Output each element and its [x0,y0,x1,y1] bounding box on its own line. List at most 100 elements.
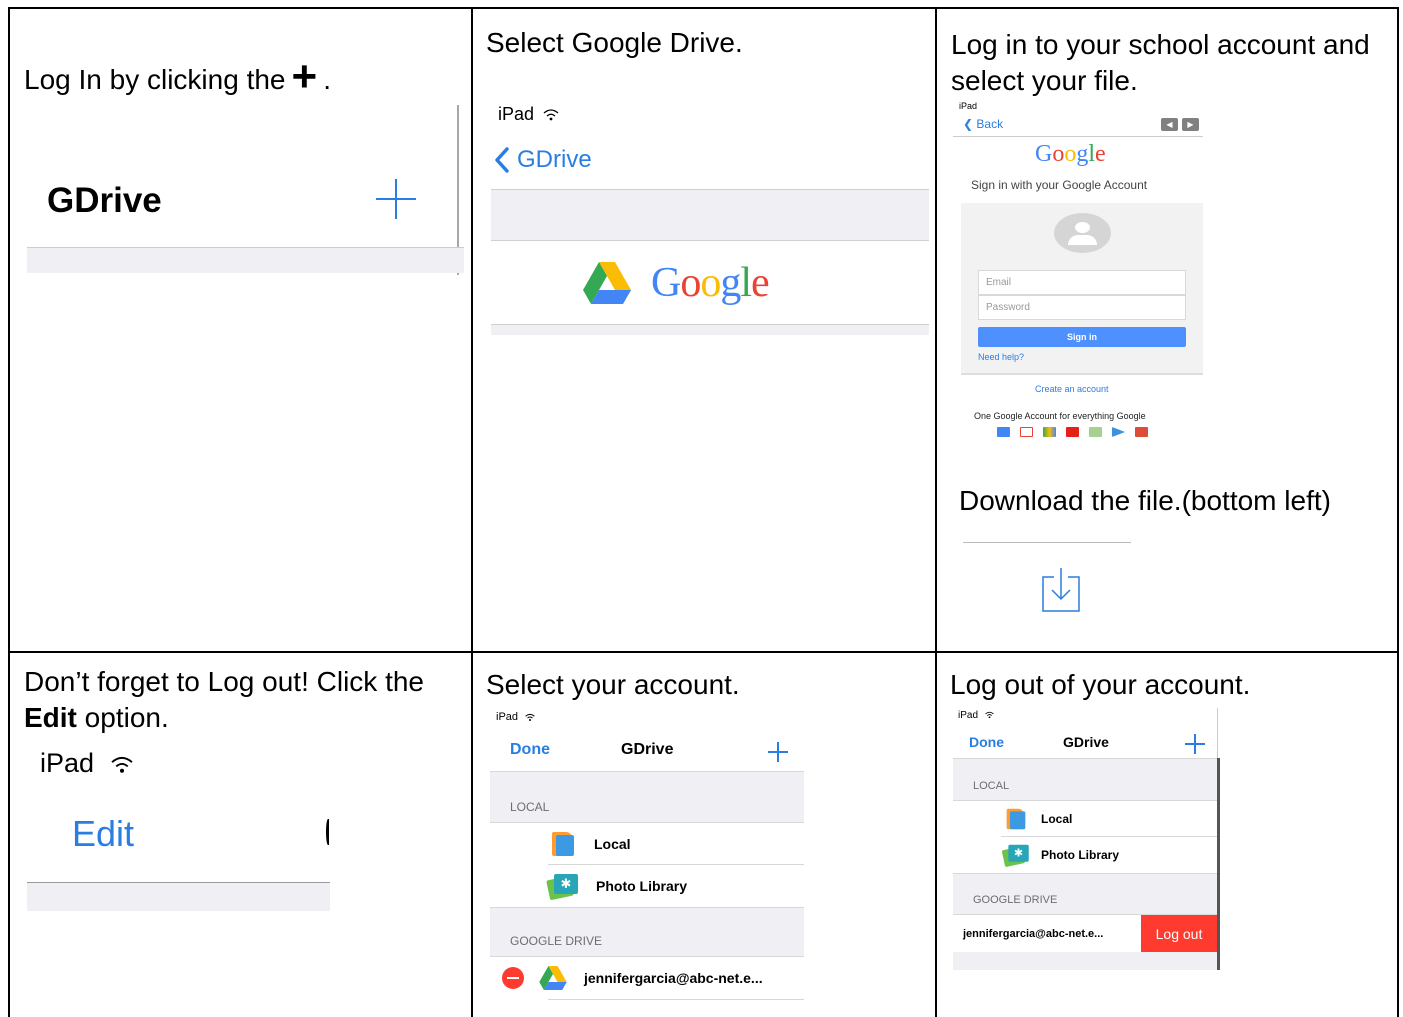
step4-instruction-suffix: option. [84,702,169,733]
password-field[interactable]: Password [978,295,1186,320]
row-local[interactable]: Local [953,801,1217,836]
google-plus-icon [1135,427,1148,437]
separator [963,542,1131,543]
logout-screenshot: iPad Done GDrive LOCAL Local Photo Libra… [953,708,1223,978]
google-logo: Google [1035,141,1106,167]
status-device: iPad [496,711,519,723]
wifi-icon [110,756,133,773]
gray-band [491,325,929,335]
row-photo-library[interactable]: Photo Library [490,865,804,907]
add-plus-icon[interactable] [376,179,416,219]
back-button[interactable]: ❮ Back [963,117,1003,131]
step5-cell: Select your account. iPad Done GDrive LO… [473,653,935,1017]
status-bar: iPad [496,711,535,723]
status-device: iPad [498,104,535,124]
nav-title: GDrive [47,181,162,220]
status-bar: iPad [40,748,134,779]
wifi-icon [985,712,994,719]
step1-instruction-text: Log In by clicking the [24,64,286,95]
section-gdrive-label: GOOGLE DRIVE [973,894,1058,906]
step3-instruction: Log in to your school account and select… [951,29,1370,96]
row-account[interactable]: jennifergarcia@abc-net.e... [490,957,804,999]
create-account-link[interactable]: Create an account [1035,384,1109,394]
back-label: GDrive [517,146,592,173]
step6-instruction: Log out of your account. [950,669,1251,700]
status-bar: iPad [958,710,994,721]
page-arrows: ◀ ▶ [1161,118,1199,131]
row-photo-label: Photo Library [596,878,688,894]
maps-icon [1089,427,1102,437]
chevron-left-icon [495,147,509,173]
done-button[interactable]: Done [969,734,1004,750]
gray-band [491,190,929,240]
step4-instruction: Don’t forget to Log out! Click the Edit … [24,664,464,736]
section-local-label: LOCAL [510,800,550,814]
gray-band [27,248,464,273]
divider [1217,708,1218,758]
youtube-icon [1066,427,1079,437]
row-photo-label: Photo Library [1041,848,1120,862]
section-local: LOCAL [490,772,804,822]
section-gdrive-label: GOOGLE DRIVE [510,934,603,948]
need-help-link[interactable]: Need help? [978,352,1024,362]
separator [953,136,1203,137]
wifi-icon [525,713,535,721]
cropped-glyph [326,819,330,845]
email-field[interactable]: Email [978,270,1186,295]
gmail-icon [1020,427,1033,437]
plus-icon: + [291,52,318,101]
add-plus-icon[interactable] [1185,734,1205,754]
edit-button[interactable]: Edit [72,813,134,855]
step6-cell: Log out of your account. iPad Done GDriv… [937,653,1397,1017]
row-photo-library[interactable]: Photo Library [953,837,1217,873]
download-icon[interactable] [1041,567,1081,613]
status-device: iPad [959,101,978,111]
account-list-screenshot: iPad Done GDrive LOCAL Local Photo Libra… [490,709,804,1017]
back-label: Back [976,117,1004,131]
status-device: iPad [40,748,95,778]
section-local-label: LOCAL [973,780,1010,792]
divider-dark [1217,758,1220,970]
google-drive-icon [583,262,631,304]
account-email: jennifergarcia@abc-net.e... [963,927,1104,940]
account-email: jennifergarcia@abc-net.e... [584,970,763,986]
google-drive-option[interactable]: Google [583,259,770,307]
google-apps-icons [997,427,1148,437]
signin-box: Email Password Sign in Need help? [961,203,1203,375]
section-google-drive: GOOGLE DRIVE [953,874,1217,914]
row-local-label: Local [1041,811,1073,826]
add-plus-icon[interactable] [768,742,788,762]
step2-instruction: Select Google Drive. [486,27,743,58]
section-google-drive: GOOGLE DRIVE [490,908,804,956]
back-button[interactable]: GDrive [495,146,592,174]
step4-instruction-text: Don’t forget to Log out! Click the [24,666,424,697]
drive-icon [1043,427,1056,437]
logout-button[interactable]: Log out [1141,915,1217,952]
step5-instruction: Select your account. [486,669,740,700]
google-plus-app-icon [997,427,1010,437]
photo-library-icon [548,874,578,898]
arrow-right-icon[interactable]: ▶ [1182,118,1199,131]
separator [491,240,929,241]
step1-cell: Log In by clicking the +. GDrive [10,9,471,651]
arrow-left-icon[interactable]: ◀ [1161,118,1178,131]
status-bar: iPad [498,104,559,125]
delete-minus-icon[interactable] [502,967,524,989]
google-drive-icon [539,966,567,990]
step1-instruction: Log In by clicking the +. [24,52,331,101]
download-instruction: Download the file.(bottom left) [959,485,1331,516]
avatar-icon [1054,213,1111,253]
step4-cell: Don’t forget to Log out! Click the Edit … [10,653,471,1017]
step2-cell: Select Google Drive. iPad GDrive Google [473,9,935,651]
done-button[interactable]: Done [510,741,550,759]
photo-library-icon [1003,844,1029,865]
nav-title: GDrive [621,741,674,758]
row-local[interactable]: Local [490,823,804,864]
separator [548,999,804,1000]
step1-instruction-suffix: . [323,64,331,95]
status-device: iPad [958,710,979,721]
signin-button[interactable]: Sign in [978,327,1186,347]
wifi-icon [543,109,559,121]
step4-instruction-bold: Edit [24,702,77,733]
local-folder-icon [1006,808,1026,829]
